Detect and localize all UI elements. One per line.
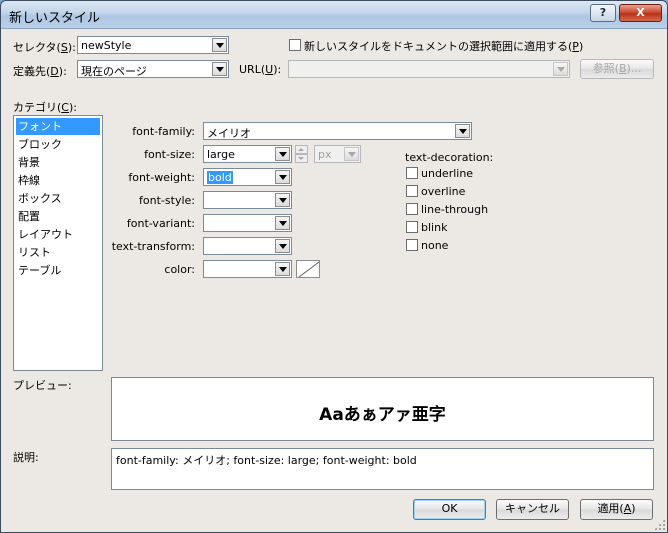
font-variant-label: font-variant: <box>126 217 195 230</box>
close-icon: X <box>636 6 645 19</box>
chevron-down-icon[interactable] <box>275 170 290 184</box>
chevron-down-icon[interactable] <box>344 147 359 161</box>
category-label: カテゴリ(C): <box>13 101 77 114</box>
font-family-combo[interactable]: メイリオ <box>203 122 472 140</box>
description-box[interactable]: font-family: メイリオ; font-size: large; fon… <box>111 448 654 490</box>
spin-up-icon[interactable] <box>295 145 308 154</box>
category-item-layout[interactable]: レイアウト <box>16 226 100 243</box>
text-transform-label: text-transform: <box>111 240 195 253</box>
url-label: URL(U): <box>239 63 282 76</box>
category-list[interactable]: フォント ブロック 背景 枠線 ボックス 配置 レイアウト リスト テーブル <box>13 115 103 371</box>
preview-panel: Aaあぁアァ亜字 <box>111 377 654 441</box>
none-label: none <box>421 239 449 252</box>
define-in-value: 現在のページ <box>81 65 147 78</box>
apply-to-selection-label: 新しいスタイルをドキュメントの選択範囲に適用する(P) <box>304 40 584 53</box>
help-icon: ? <box>599 6 607 19</box>
blink-checkbox[interactable] <box>406 221 418 233</box>
close-button[interactable]: X <box>619 4 662 22</box>
dialog-title: 新しいスタイル <box>9 11 101 26</box>
blink-label: blink <box>421 221 448 234</box>
url-combo[interactable] <box>288 60 570 78</box>
text-transform-combo[interactable] <box>203 237 292 255</box>
font-weight-label: font-weight: <box>128 171 195 184</box>
font-variant-combo[interactable] <box>203 214 292 232</box>
font-style-label: font-style: <box>139 194 195 207</box>
overline-checkbox[interactable] <box>406 185 418 197</box>
text-decoration-label: text-decoration: <box>405 151 494 164</box>
category-item-border[interactable]: 枠線 <box>16 172 100 189</box>
font-size-unit-combo[interactable]: px <box>314 145 361 163</box>
underline-label: underline <box>421 167 474 180</box>
apply-button[interactable]: 適用(A) <box>580 499 653 520</box>
font-family-value: メイリオ <box>207 127 251 140</box>
selector-value: newStyle <box>81 39 132 52</box>
chevron-down-icon[interactable] <box>455 124 470 138</box>
category-item-table[interactable]: テーブル <box>16 262 100 279</box>
category-item-box[interactable]: ボックス <box>16 190 100 207</box>
spin-down-icon[interactable] <box>295 154 308 163</box>
cancel-button[interactable]: キャンセル <box>496 499 569 520</box>
resize-grip-icon[interactable] <box>654 519 665 530</box>
category-item-background[interactable]: 背景 <box>16 154 100 171</box>
chevron-down-icon[interactable] <box>212 38 227 52</box>
category-item-block[interactable]: ブロック <box>16 136 100 153</box>
chevron-down-icon[interactable] <box>275 239 290 253</box>
underline-checkbox[interactable] <box>406 167 418 179</box>
define-in-label: 定義先(D): <box>13 65 67 78</box>
chevron-down-icon[interactable] <box>275 216 290 230</box>
category-item-font[interactable]: フォント <box>16 118 100 135</box>
preview-sample-text: Aaあぁアァ亜字 <box>319 405 446 425</box>
browse-button[interactable]: 参照(B)... <box>580 59 654 79</box>
new-style-dialog: 新しいスタイル ? X セレクタ(S): newStyle 新しいスタイルをドキ… <box>0 0 668 533</box>
ok-button[interactable]: OK <box>413 499 486 520</box>
line-through-label: line-through <box>421 203 489 216</box>
line-through-checkbox[interactable] <box>406 203 418 215</box>
chevron-down-icon[interactable] <box>553 62 568 76</box>
color-label: color: <box>164 263 195 276</box>
apply-to-selection-checkbox[interactable] <box>289 39 301 51</box>
selector-combo[interactable]: newStyle <box>77 36 229 54</box>
selector-label: セレクタ(S): <box>13 41 76 54</box>
category-item-position[interactable]: 配置 <box>16 208 100 225</box>
font-size-spinner[interactable] <box>295 145 308 163</box>
description-label: 説明: <box>13 451 39 464</box>
font-family-label: font-family: <box>132 125 195 138</box>
font-weight-value: bold <box>207 171 233 184</box>
chevron-down-icon[interactable] <box>275 147 290 161</box>
overline-label: overline <box>421 185 466 198</box>
chevron-down-icon[interactable] <box>212 62 227 76</box>
color-picker-button[interactable] <box>296 260 320 278</box>
category-item-list[interactable]: リスト <box>16 244 100 261</box>
help-button[interactable]: ? <box>590 4 616 22</box>
font-style-combo[interactable] <box>203 191 292 209</box>
font-size-combo[interactable]: large <box>203 145 292 163</box>
font-weight-combo[interactable]: bold <box>203 168 292 186</box>
font-size-label: font-size: <box>144 148 195 161</box>
color-combo[interactable] <box>203 260 292 278</box>
chevron-down-icon[interactable] <box>275 193 290 207</box>
preview-label: プレビュー: <box>13 379 72 392</box>
title-bar[interactable]: 新しいスタイル ? X <box>1 1 667 29</box>
font-size-unit-value: px <box>318 148 332 161</box>
chevron-down-icon[interactable] <box>275 262 290 276</box>
none-checkbox[interactable] <box>406 239 418 251</box>
font-size-value: large <box>207 148 235 161</box>
define-in-combo[interactable]: 現在のページ <box>77 60 229 78</box>
description-text: font-family: メイリオ; font-size: large; fon… <box>116 454 417 467</box>
